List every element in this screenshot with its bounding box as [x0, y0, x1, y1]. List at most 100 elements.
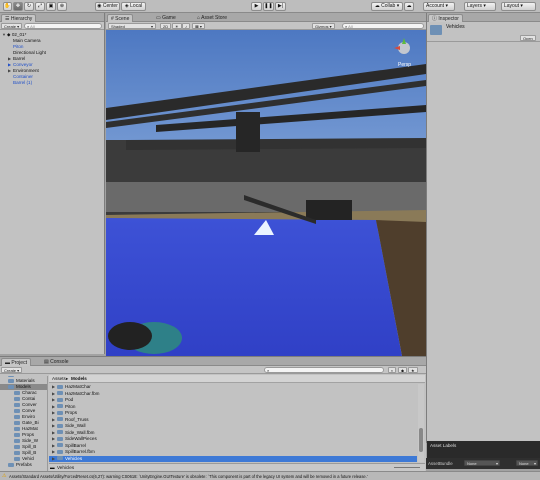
project-tree-label: Props — [22, 432, 35, 437]
assetbundle-dropdown[interactable]: None ▾ — [464, 460, 500, 466]
hierarchy-toolbar: Create ▾ ⌕ All — [0, 22, 104, 30]
hierarchy-item-label: Container — [13, 74, 33, 79]
cloud-icon: ☁ — [406, 3, 412, 9]
console-icon: ▤ — [44, 359, 49, 365]
project-file-item[interactable]: ▶ Side_Wall — [49, 423, 417, 429]
hanging-vent — [236, 112, 260, 152]
pause-button[interactable]: ❚❚ — [263, 2, 274, 11]
breadcrumb-models[interactable]: Models — [71, 376, 87, 381]
project-tree-item[interactable]: Prefabs — [0, 462, 47, 468]
status-bar[interactable]: ⚠ Assets/Standard Assets/Utility/ForcedR… — [0, 471, 540, 480]
hierarchy-create-button[interactable]: Create ▾ — [1, 23, 23, 29]
play-button[interactable]: ▶ — [251, 2, 262, 11]
layout-dropdown[interactable]: Layout ▾ — [501, 2, 536, 11]
favorite-button[interactable]: ★ — [408, 367, 418, 373]
search-icon: ⌕ — [345, 24, 348, 29]
project-tree-label: Side_W — [22, 438, 39, 443]
shading-mode-dropdown[interactable]: Shaded ▾ — [108, 23, 156, 29]
hierarchy-item-label: Piton — [13, 44, 24, 49]
tab-asset-store[interactable]: ⌂ Asset Store — [194, 14, 230, 22]
filter-icon: ◐ — [391, 368, 394, 373]
pivot-rotation-button[interactable]: ◈ Local — [121, 2, 146, 11]
layers-dropdown[interactable]: Layers ▾ — [464, 2, 496, 11]
project-tree-label: Spill_B — [22, 444, 37, 449]
project-file-item[interactable]: ▶ Vehicles — [49, 455, 417, 462]
tab-game[interactable]: ▭ Game — [153, 14, 179, 22]
scene-viewport[interactable]: Persp — [106, 30, 426, 356]
tab-console[interactable]: ▤ Console — [41, 358, 71, 366]
collab-dropdown[interactable]: ☁ Collab ▾ — [371, 2, 403, 11]
rotate-tool-button[interactable]: ↻ — [24, 2, 34, 11]
lighting-toggle[interactable]: ☀ — [172, 23, 182, 29]
icon-size-slider[interactable] — [394, 467, 420, 468]
scale-tool-button[interactable]: ⤢ — [35, 2, 45, 11]
scene-search-input[interactable]: ⌕ All — [342, 23, 424, 29]
assetbundle-row: AssetBundle None ▾ None ▾ — [426, 458, 540, 469]
warning-icon: ⚠ — [2, 473, 7, 479]
project-file-item[interactable]: ▶ SpillBarrel — [49, 443, 417, 449]
account-dropdown[interactable]: Account ▾ — [423, 2, 455, 11]
local-icon: ◈ — [124, 3, 129, 9]
project-file-label: SpillBarrel — [65, 442, 86, 448]
transform-tool-button[interactable]: ⊕ — [57, 2, 67, 11]
step-button[interactable]: ▶| — [275, 2, 286, 11]
project-tree-label: Models — [16, 384, 31, 389]
folder-icon — [57, 397, 63, 402]
scrollbar-thumb[interactable] — [419, 428, 423, 452]
pivot-mode-button[interactable]: ◉ Center — [95, 2, 120, 11]
gizmos-dropdown[interactable]: Gizmos ▾ — [312, 23, 335, 29]
move-tool-button[interactable]: ✥ — [13, 2, 23, 11]
project-file-label: Side_Wall.fbm — [65, 429, 95, 435]
2d-toggle[interactable]: 2D — [160, 23, 172, 29]
folder-icon — [8, 376, 14, 377]
project-file-item[interactable]: ▶ SideWallPieces — [49, 436, 417, 442]
inspector-object-name: Vehicles — [446, 24, 465, 30]
folder-icon — [57, 449, 63, 454]
project-file-label: Roof_Truss — [65, 416, 89, 422]
project-file-item[interactable]: ▶ SpillBarrel.fbm — [49, 449, 417, 455]
folder-icon — [14, 414, 20, 419]
tab-scene[interactable]: # Scene — [107, 14, 134, 22]
rect-tool-button[interactable]: ▣ — [46, 2, 56, 11]
tab-hierarchy[interactable]: ☰ Hierarchy — [1, 14, 37, 22]
project-file-item[interactable]: ▶ Pod — [49, 397, 417, 403]
hierarchy-search-input[interactable]: ⌕ All — [24, 23, 102, 29]
scene-tab-row: # Scene ▭ Game ⌂ Asset Store — [106, 13, 426, 22]
folder-icon — [14, 402, 20, 407]
project-file-item[interactable]: ▶ Props — [49, 410, 417, 416]
sun-icon: ☀ — [175, 24, 179, 29]
project-file-item[interactable]: ▶ HazMatChar.fbm — [49, 391, 417, 397]
project-tree-label: Enviro — [22, 414, 36, 419]
project-file-item[interactable]: ▶ HazMatChar — [49, 384, 417, 390]
project-file-item[interactable]: ▶ Piton — [49, 404, 417, 410]
hierarchy-item-label: Conveyor — [13, 62, 33, 67]
project-file-label: Side_Wall — [65, 423, 86, 428]
breadcrumb-assets[interactable]: Assets — [52, 376, 66, 381]
hierarchy-item-label: Main Camera — [13, 38, 41, 43]
project-search-input[interactable]: ⌕ — [264, 367, 384, 373]
effects-toggle[interactable]: ▦ ▾ — [192, 23, 205, 29]
persp-label[interactable]: Persp — [398, 62, 411, 68]
hierarchy-tab-row: ☰ Hierarchy — [0, 13, 104, 22]
hand-tool-button[interactable]: ✋ — [3, 2, 12, 11]
transform-icon: ⊕ — [59, 3, 65, 9]
project-tab-row: ▬ Project ▤ Console — [0, 357, 426, 366]
project-footer: ▬ Vehicles — [49, 463, 425, 471]
open-button[interactable]: Open — [520, 35, 536, 41]
audio-toggle[interactable]: ♪ — [182, 23, 190, 29]
project-file-item[interactable]: ▶ Side_Wall.fbm — [49, 430, 417, 436]
project-file-item[interactable]: ▶ Roof_Truss — [49, 417, 417, 423]
tab-inspector[interactable]: ⓘ Inspector — [428, 14, 463, 22]
assetbundle-variant-dropdown[interactable]: None ▾ — [516, 460, 538, 466]
folder-icon — [14, 396, 20, 401]
tab-project[interactable]: ▬ Project — [1, 358, 31, 366]
project-scrollbar[interactable] — [418, 384, 424, 462]
cloud-services-button[interactable]: ☁ — [404, 2, 414, 11]
filter-label-button[interactable]: ◆ — [398, 367, 408, 373]
hierarchy-item[interactable]: Barrel (1) — [0, 80, 105, 86]
project-create-button[interactable]: Create ▾ — [1, 367, 23, 373]
filter-type-button[interactable]: ◐ — [388, 367, 397, 373]
wall-railing — [106, 182, 426, 212]
main-toolbar: ✋ ✥ ↻ ⤢ ▣ ⊕ ◉ Center ◈ Local ▶ ❚❚ ▶| ☁ C… — [0, 0, 540, 13]
project-tree-label: Contai — [22, 396, 36, 401]
